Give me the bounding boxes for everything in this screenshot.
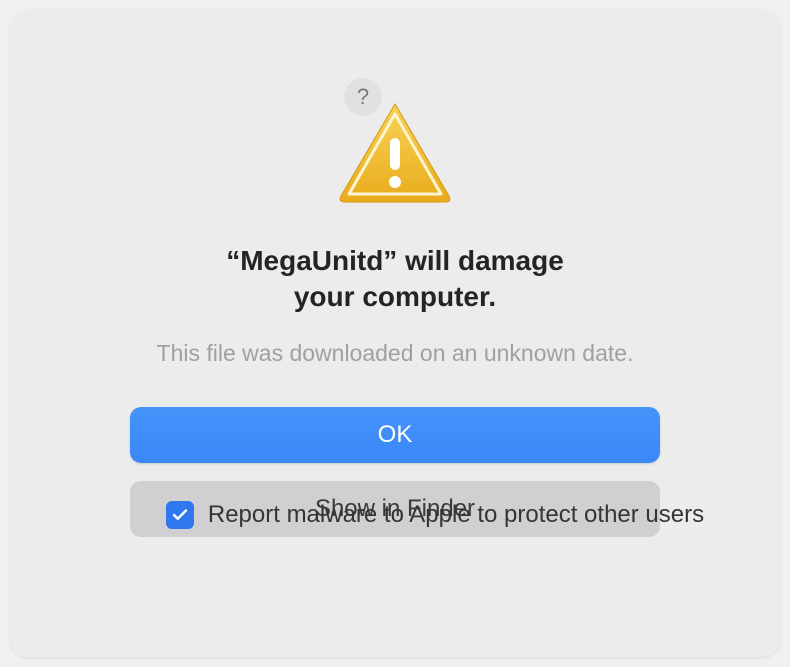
report-checkbox[interactable] bbox=[166, 501, 194, 529]
ok-button[interactable]: OK bbox=[130, 407, 660, 463]
report-checkbox-label[interactable]: Report malware to Apple to protect other… bbox=[208, 501, 704, 529]
dialog-subtitle: This file was downloaded on an unknown d… bbox=[157, 340, 634, 367]
malware-warning-dialog: ? “MegaUnitd” will damage your computer.… bbox=[10, 10, 780, 657]
warning-icon bbox=[335, 98, 455, 213]
checkmark-icon bbox=[171, 506, 189, 524]
dialog-title: “MegaUnitd” will damage your computer. bbox=[226, 243, 564, 316]
report-checkbox-row: Report malware to Apple to protect other… bbox=[166, 501, 704, 529]
title-line-1: “MegaUnitd” will damage bbox=[226, 243, 564, 279]
title-line-2: your computer. bbox=[226, 279, 564, 315]
